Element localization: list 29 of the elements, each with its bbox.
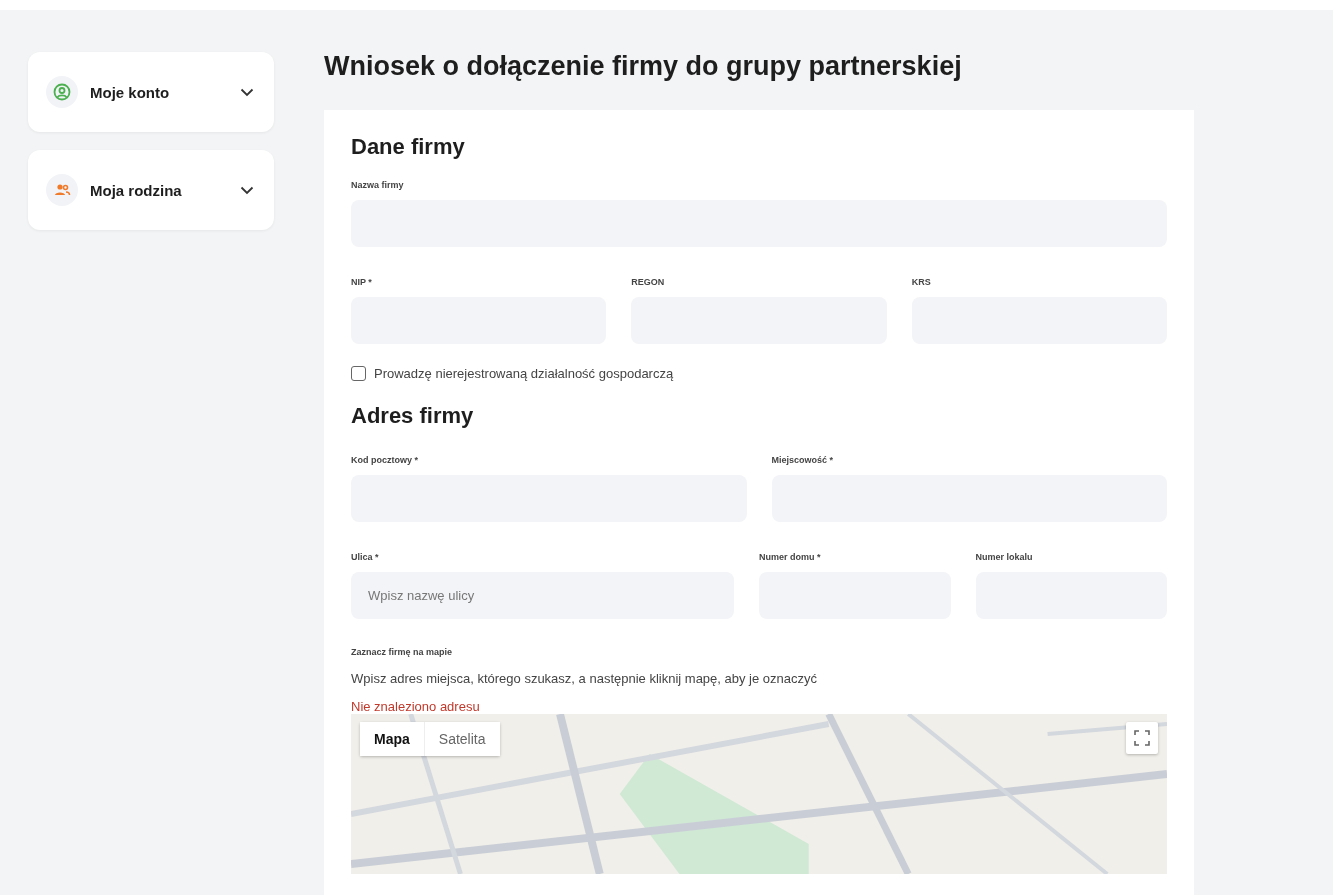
field-label: Numer lokalu [975, 552, 1034, 562]
people-icon [46, 174, 78, 206]
field-label: KRS [911, 277, 932, 287]
checkbox[interactable] [351, 366, 366, 381]
field-label: NIP * [351, 277, 373, 287]
field-label: Zaznacz firmę na mapie [351, 647, 454, 657]
chevron-icon [240, 185, 254, 195]
map-type-tab[interactable]: Satelita [424, 722, 500, 756]
field-label: Miejscowość * [771, 455, 835, 465]
field-label: Numer domu * [759, 552, 822, 562]
input-field[interactable]: Wpisz nazwę ulicy [351, 572, 734, 619]
chevron-icon [240, 87, 254, 97]
map-type-tab[interactable]: Mapa [360, 722, 425, 756]
fullscreen-icon [1134, 730, 1150, 746]
fullscreen-button[interactable] [1126, 722, 1158, 754]
user-icon [46, 76, 78, 108]
map-hint: Wpisz adres miejsca, którego szukasz, a następnie kliknij mapę, aby je oznaczyć [351, 671, 819, 686]
field-label: Nazwa firmy [351, 180, 405, 190]
page-title: Wniosek o dołączenie firmy do grupy partnerskiej [324, 50, 963, 82]
section-heading: Adres firmy [351, 403, 475, 429]
field-label: Ulica * [351, 552, 380, 562]
sidebar-item[interactable]: Moja rodzina [28, 150, 274, 230]
sidebar-item[interactable]: Moje konto [28, 52, 274, 132]
field-label: REGON [631, 277, 666, 287]
street-map-drawing[interactable] [351, 714, 1167, 874]
error-message: Nie znaleziono adresu [351, 700, 481, 714]
section-heading: Dane firmy [351, 134, 466, 160]
field-label: Kod pocztowy * [351, 455, 419, 465]
checkbox-label: Prowadzę nierejestrowaną działalność gospodarczą [374, 366, 674, 381]
